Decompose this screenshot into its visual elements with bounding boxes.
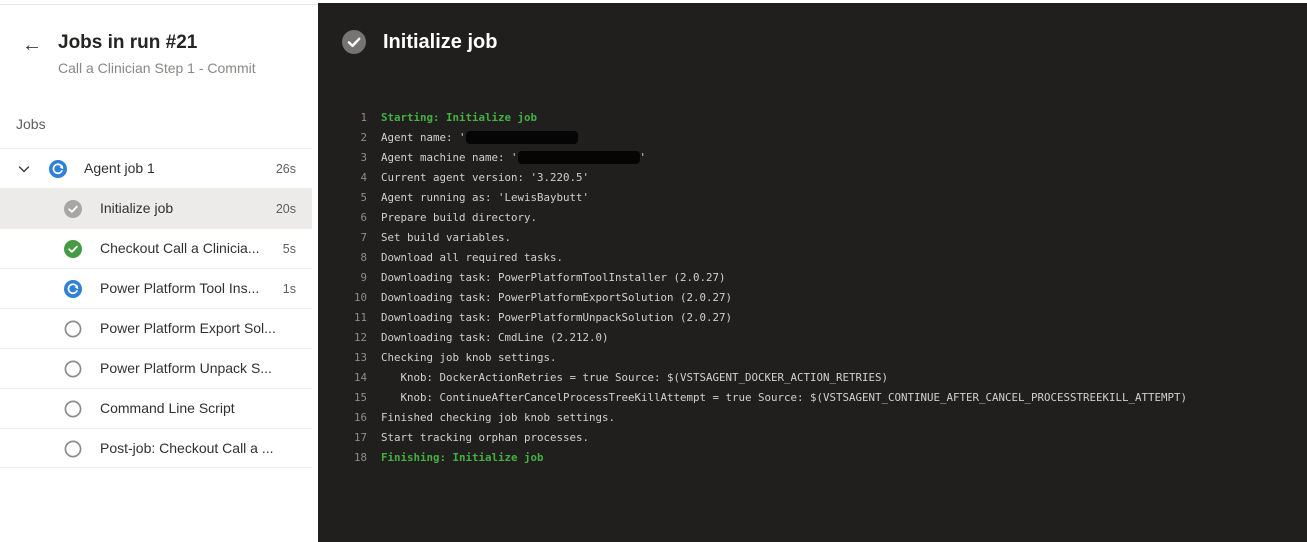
log-header: Initialize job [342,30,497,54]
log-line-text: Checking job knob settings. [381,351,557,364]
log-line-text: Finished checking job knob settings. [381,411,616,424]
log-line: 14 Knob: DockerActionRetries = true Sour… [318,368,1307,388]
log-line: 12 Downloading task: CmdLine (2.212.0) [318,328,1307,348]
pending-circle-icon [64,360,82,378]
log-line-number[interactable]: 11 [318,308,367,328]
log-line-number[interactable]: 1 [318,108,367,128]
job-status-check-icon [342,30,366,54]
job-row-duration: 26s [275,162,296,176]
job-row-step[interactable]: Post-job: Checkout Call a ... [0,428,312,468]
log-line-text: Agent running as: 'LewisBaybutt' [381,191,590,204]
pending-circle-icon [64,320,82,338]
job-row-duration: 1s [282,282,296,296]
sidebar-top-divider [0,4,318,5]
log-line-text: Start tracking orphan processes. [381,431,590,444]
log-line-text: Starting: Initialize job [381,111,538,124]
log-line: 2 Agent name: ' [318,128,1307,148]
log-line-number[interactable]: 13 [318,348,367,368]
log-line: 4 Current agent version: '3.220.5' [318,168,1307,188]
log-line: 7 Set build variables. [318,228,1307,248]
log-line: 9 Downloading task: PowerPlatformToolInst… [318,268,1307,288]
log-line-text: Current agent version: '3.220.5' [381,171,590,184]
log-line-text: Download all required tasks. [381,251,564,264]
log-line: 6 Prepare build directory. [318,208,1307,228]
redaction-block [465,130,578,144]
jobs-sidebar: ← Jobs in run #21 Call a Clinician Step … [0,0,318,542]
log-panel[interactable]: Initialize job 1 Starting: Initialize job… [318,3,1307,542]
log-line-number[interactable]: 10 [318,288,367,308]
log-line-number[interactable]: 8 [318,248,367,268]
job-row-step[interactable]: Power Platform Unpack S... [0,348,312,388]
log-line-text: Knob: ContinueAfterCancelProcessTreeKill… [381,391,1188,404]
pipeline-run-page: ← Jobs in run #21 Call a Clinician Step … [0,0,1307,542]
chevron-down-icon[interactable] [16,162,32,176]
job-row-label: Power Platform Export Sol... [100,320,276,336]
job-row-step[interactable]: Command Line Script [0,388,312,428]
log-lines: 1 Starting: Initialize job 2 Agent name: ' 3… [318,108,1307,468]
job-row-label: Power Platform Unpack S... [100,360,272,376]
pending-circle-icon [64,400,82,418]
log-line-number[interactable]: 4 [318,168,367,188]
log-line-number[interactable]: 16 [318,408,367,428]
back-arrow-icon[interactable]: ← [20,33,44,57]
log-line: 18 Finishing: Initialize job [318,448,1307,468]
job-row-duration: 20s [275,202,296,216]
log-line-text: Agent machine name: ' ' [381,150,647,164]
job-row-step[interactable]: Checkout Call a Clinicia... 5s [0,228,312,268]
jobs-section-label: Jobs [16,116,46,132]
log-line-number[interactable]: 3 [318,148,367,168]
log-line-text: Downloading task: PowerPlatformExportSol… [381,291,733,304]
log-line: 8 Download all required tasks. [318,248,1307,268]
log-line-number[interactable]: 6 [318,208,367,228]
job-row-step[interactable]: Initialize job 20s [0,188,312,228]
job-row-step[interactable]: Power Platform Tool Ins... 1s [0,268,312,308]
pending-circle-icon [64,440,82,458]
job-row-label: Command Line Script [100,400,235,416]
job-row-label: Agent job 1 [84,160,155,176]
log-line-number[interactable]: 15 [318,388,367,408]
log-line-text: Prepare build directory. [381,211,538,224]
log-line-number[interactable]: 7 [318,228,367,248]
log-line: 17 Start tracking orphan processes. [318,428,1307,448]
success-check-icon [64,240,82,258]
job-row-label: Checkout Call a Clinicia... [100,240,260,256]
log-line: 5 Agent running as: 'LewisBaybutt' [318,188,1307,208]
log-line-text: Finishing: Initialize job [381,451,544,464]
redaction-block [517,150,640,164]
log-line-number[interactable]: 2 [318,128,367,148]
job-row-duration: 5s [282,242,296,256]
log-line-text: Set build variables. [381,231,512,244]
log-line: 13 Checking job knob settings. [318,348,1307,368]
running-sync-icon [49,160,67,178]
job-row-group[interactable]: Agent job 1 26s [0,148,312,188]
log-line-number[interactable]: 5 [318,188,367,208]
log-line-number[interactable]: 18 [318,448,367,468]
log-line: 3 Agent machine name: ' ' [318,148,1307,168]
log-line-text: Knob: DockerActionRetries = true Source:… [381,371,889,384]
log-line-number[interactable]: 17 [318,428,367,448]
log-line-number[interactable]: 12 [318,328,367,348]
run-subtitle: Call a Clinician Step 1 - Commit [58,60,256,76]
log-line: 15 Knob: ContinueAfterCancelProcessTreeK… [318,388,1307,408]
job-row-step[interactable]: Power Platform Export Sol... [0,308,312,348]
log-line: 16 Finished checking job knob settings. [318,408,1307,428]
log-line: 11 Downloading task: PowerPlatformUnpackS… [318,308,1307,328]
neutral-check-icon [64,200,82,218]
job-list: Agent job 1 26s Initialize job 20s Checkout … [0,148,312,468]
log-line-number[interactable]: 9 [318,268,367,288]
job-row-label: Power Platform Tool Ins... [100,280,260,296]
log-line: 1 Starting: Initialize job [318,108,1307,128]
log-line-text: Downloading task: CmdLine (2.212.0) [381,331,609,344]
log-line-text: Agent name: ' [381,128,578,148]
log-line-number[interactable]: 14 [318,368,367,388]
log-title: Initialize job [383,30,498,53]
log-line: 10 Downloading task: PowerPlatformExportS… [318,288,1307,308]
job-row-label: Post-job: Checkout Call a ... [100,440,274,456]
running-sync-icon [64,280,82,298]
log-line-text: Downloading task: PowerPlatformUnpackSol… [381,311,733,324]
job-row-label: Initialize job [100,200,174,216]
log-line-text: Downloading task: PowerPlatformToolInsta… [381,271,726,284]
run-title: Jobs in run #21 [58,32,198,53]
